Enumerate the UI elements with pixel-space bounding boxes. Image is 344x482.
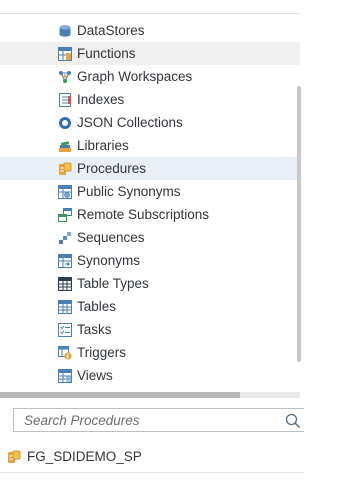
table-type-icon	[58, 276, 72, 291]
tree-item-functions[interactable]: Functions	[0, 42, 300, 65]
sequence-icon	[58, 231, 72, 245]
tree-item-triggers[interactable]: Triggers	[0, 341, 300, 364]
tree-item-remote-subscriptions[interactable]: Remote Subscriptions	[0, 203, 300, 226]
tree-item-label: Functions	[77, 46, 136, 61]
divider	[0, 472, 304, 473]
tree-item-label: Remote Subscriptions	[77, 207, 210, 222]
public-synonym-icon	[58, 184, 72, 199]
tree-vertical-scrollbar[interactable]	[297, 86, 301, 362]
json-icon	[58, 116, 72, 130]
datastore-icon	[58, 24, 72, 38]
task-icon	[58, 322, 72, 337]
view-icon	[58, 368, 72, 383]
tree-item-label: Public Synonyms	[77, 184, 181, 199]
tree-item-json-collections[interactable]: JSON Collections	[0, 111, 300, 134]
tree-item-label: Graph Workspaces	[77, 69, 193, 84]
list-item-label: FG_SDIDEMO_SP	[27, 449, 142, 464]
tree-item-label: Table Types	[77, 276, 149, 291]
tree-item-label: Tables	[77, 299, 117, 314]
function-icon	[58, 46, 72, 61]
tree-item-indexes[interactable]: Indexes	[0, 88, 300, 111]
tree-item-synonyms[interactable]: Synonyms	[0, 249, 300, 272]
trigger-icon	[58, 345, 72, 360]
object-tree: DataStores Functions Graph Workspaces In…	[0, 13, 300, 393]
tree-item-datastores[interactable]: DataStores	[0, 19, 300, 42]
tree-item-label: Views	[77, 368, 113, 383]
tree-item-libraries[interactable]: Libraries	[0, 134, 300, 157]
tree-item-sequences[interactable]: Sequences	[0, 226, 300, 249]
tree-item-tables[interactable]: Tables	[0, 295, 300, 318]
tree-item-label: Synonyms	[77, 253, 141, 268]
tree-item-label: Sequences	[77, 230, 145, 245]
search-field	[13, 408, 304, 432]
index-icon	[58, 92, 72, 107]
procedure-icon	[58, 162, 72, 176]
procedure-icon	[7, 450, 21, 464]
tree-item-label: Libraries	[77, 138, 129, 153]
tree-item-label: Procedures	[77, 161, 147, 176]
tree-item-label: DataStores	[77, 23, 145, 38]
graph-icon	[58, 70, 72, 84]
tree-item-label: Tasks	[77, 322, 112, 337]
tree-item-table-types[interactable]: Table Types	[0, 272, 300, 295]
tree-item-label: JSON Collections	[77, 115, 183, 130]
tree-item-label: Triggers	[77, 345, 127, 360]
tree-item-procedures[interactable]: Procedures	[0, 157, 300, 180]
synonym-icon	[58, 253, 72, 268]
tree-item-label: Indexes	[77, 92, 125, 107]
remote-subscription-icon	[58, 207, 72, 222]
tree-item-views[interactable]: Views	[0, 364, 300, 387]
tree-horizontal-scrollbar[interactable]	[0, 392, 240, 398]
library-icon	[58, 139, 72, 153]
tree-item-tasks[interactable]: Tasks	[0, 318, 300, 341]
tree-item-public-synonyms[interactable]: Public Synonyms	[0, 180, 300, 203]
tree-item-graph-workspaces[interactable]: Graph Workspaces	[0, 65, 300, 88]
search-icon[interactable]	[285, 413, 301, 429]
list-item[interactable]: FG_SDIDEMO_SP	[0, 443, 304, 470]
table-icon	[58, 299, 72, 314]
search-input[interactable]	[14, 409, 284, 431]
